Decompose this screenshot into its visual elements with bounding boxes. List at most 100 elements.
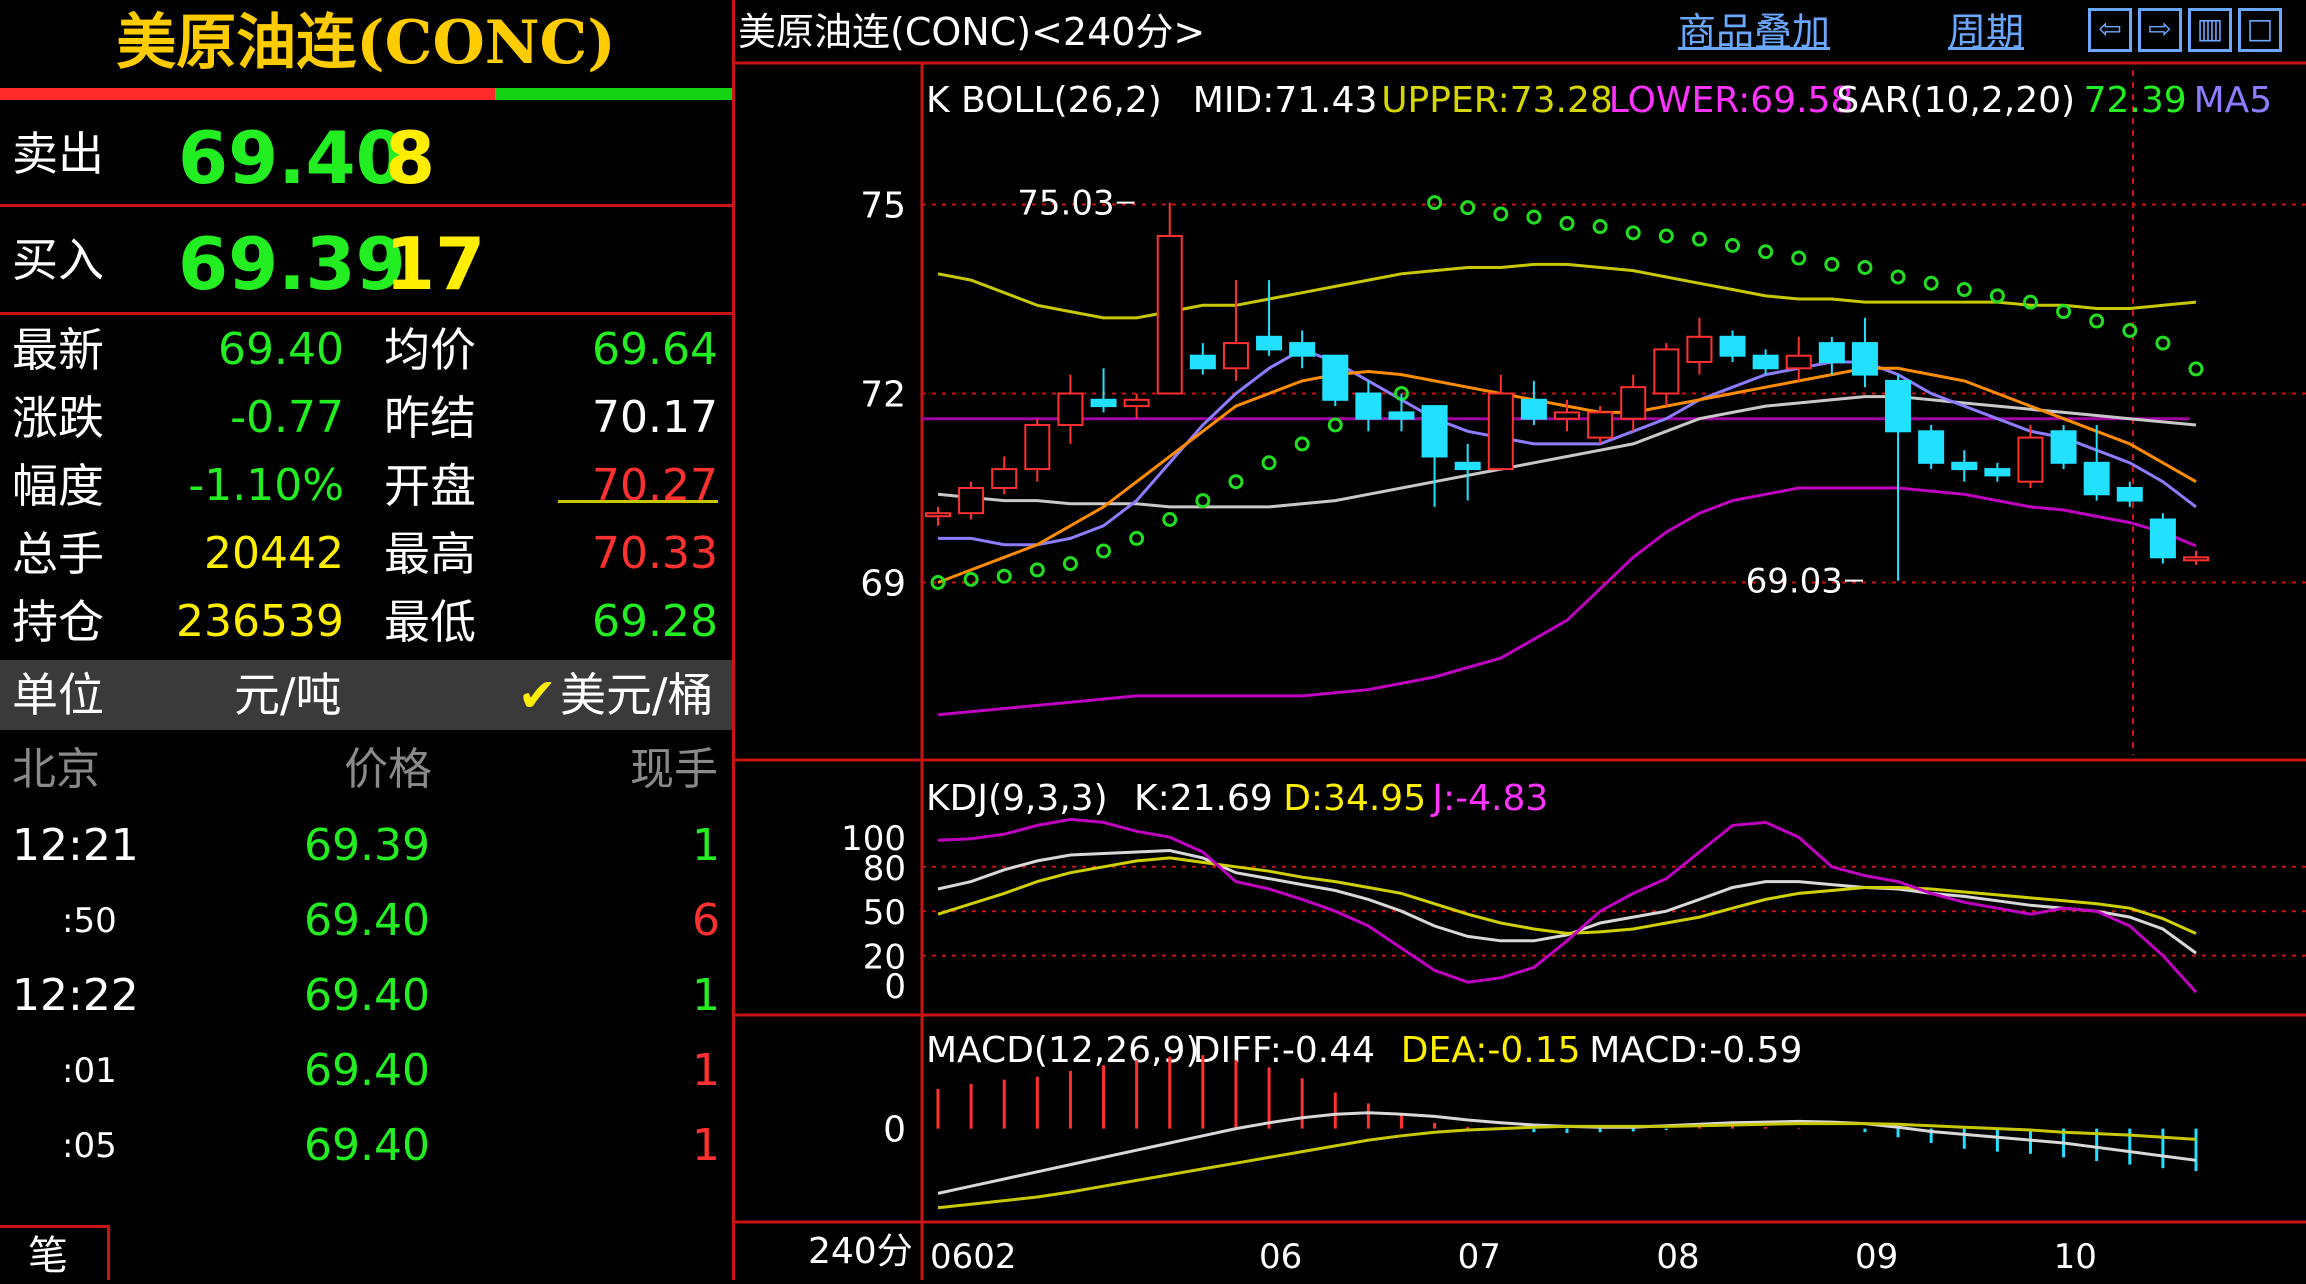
candle-body [1785,354,1812,370]
legend-text: DIFF:-0.44 [1193,1030,1375,1071]
candle-body [1885,379,1912,433]
period-label: 240分 [808,1231,913,1272]
candle-body [1984,468,2011,477]
x-tick-label: 06 [1259,1237,1302,1277]
candle-body [1322,354,1349,401]
y-tick-label: 72 [860,375,906,416]
sar-dot [1129,530,1145,546]
candle-body [1156,235,1183,395]
series-line-ma5 [938,347,2197,547]
legend-text: MACD:-0.59 [1589,1030,1802,1071]
candle-body [1951,461,1978,471]
sar-dot [1691,231,1707,247]
sar-dot [2089,313,2105,329]
y-tick-label: 50 [863,893,906,933]
candle-body [1851,342,1878,376]
legend-text: SAR(10,2,20) [1836,80,2075,121]
sar-dot [963,571,979,587]
sar-dot [1294,436,1310,452]
legend-text: DEA:-0.15 [1401,1030,1581,1071]
candle-body [2017,436,2044,483]
candle-body [1289,342,1316,357]
sar-dot [1096,543,1112,559]
candle-body [958,487,985,515]
sar-dot [1857,260,1873,275]
sar-dot [1029,562,1045,578]
candle-body [1454,461,1481,471]
sar-dot [1327,417,1343,433]
sar-dot [2056,304,2072,320]
series-line-lower [937,486,2197,717]
sar-dot [1592,219,1608,235]
sar-dot [1824,256,1840,272]
candle-body [1719,335,1746,357]
sar-dot [1989,288,2005,304]
x-tick-label: 08 [1656,1237,1699,1277]
candle-body [2116,487,2143,502]
legend-text: MID:71.43 [1193,80,1378,121]
series-line-j [937,817,2198,994]
sar-dot [1625,225,1641,241]
y-tick-label: 69 [860,564,906,605]
sar-dot [2122,323,2138,338]
sar-dot [1725,237,1741,253]
sar-dot [1162,512,1178,527]
x-tick-label: 10 [2054,1237,2097,1277]
sar-dot [1658,228,1674,244]
sar-dot [1493,206,1509,222]
series-line-upper [937,262,2197,320]
candle-body [1587,411,1614,439]
candle-body [1057,392,1084,426]
sar-dot [2155,335,2171,351]
candle-body [2083,461,2110,496]
sar-dot [1261,455,1277,471]
legend-text: K BOLL(26,2) [926,80,1162,121]
candle-body [1686,335,1713,363]
legend-text: MA5 [2194,80,2273,121]
y-tick-label: 0 [884,967,906,1007]
candle-body [1653,348,1680,395]
candle-body [1620,386,1647,420]
candle-body [2183,556,2209,562]
sar-dot [1923,275,1939,291]
x-tick-label: 09 [1855,1237,1898,1277]
chart-svg[interactable]: K BOLL(26,2) MID:71.43 UPPER:73.28LOWER:69… [0,0,2306,1280]
sar-dot [2188,361,2204,377]
x-tick-label: 07 [1458,1237,1501,1277]
candle-body [1554,411,1580,420]
sar-dot [1427,195,1443,211]
candle-body [1189,354,1216,370]
legend-text: K:21.69 [1134,778,1273,819]
candle-body [1487,392,1514,471]
candle-body [1256,335,1283,351]
legend-text: D:34.95 [1283,778,1426,819]
candle-body [1520,398,1547,420]
candle-body [1818,342,1845,364]
annotation-label: 69.03 [1746,562,1843,602]
candle-body [1090,398,1117,408]
candle-body [1222,342,1249,370]
candle-body [2149,518,2176,559]
legend-text: UPPER:73.28 [1381,80,1613,121]
legend-text: 72.39 [2084,80,2187,121]
sar-dot [1890,269,1906,285]
x-tick-label: 0602 [930,1237,1017,1277]
sar-dot [1956,282,1972,298]
y-tick-label: 75 [860,186,906,227]
candle-body [1388,411,1415,420]
y-tick-label: 80 [863,849,906,889]
sar-dot [996,568,1012,584]
legend-text: J:-4.83 [1430,778,1548,819]
annotation-label: 75.03 [1017,184,1114,224]
candle-body [925,512,951,518]
legend-text: LOWER:69.58 [1609,80,1854,121]
series-line-d [937,856,2197,935]
candle-body [991,468,1018,490]
series-line-dea [937,1122,2197,1210]
candle-body [1024,424,1051,471]
candle-body [2050,430,2077,464]
sar-dot [1559,215,1575,231]
candle-body [1918,430,1945,464]
sar-dot [1460,200,1476,216]
y-tick-label: 0 [883,1110,906,1151]
